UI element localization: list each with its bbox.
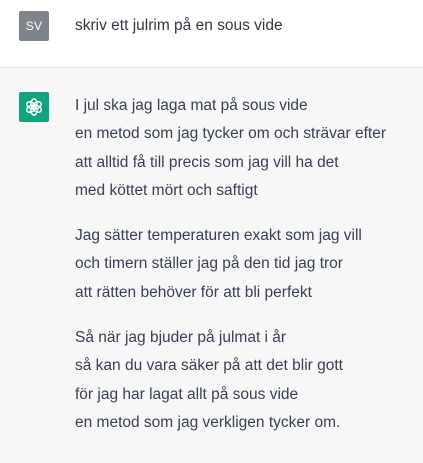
user-message-row: SV skriv ett julrim på en sous vide [0,0,423,68]
poem-line: så kan du vara säker på att det blir got… [75,357,343,375]
poem-line: Så när jag bjuder på julmat i år [75,329,287,347]
poem-line: Jag sätter temperaturen exakt som jag vi… [75,227,362,245]
poem-line: att rätten behöver för att bli perfekt [75,283,312,301]
poem-line: och timern ställer jag på den tid jag tr… [75,255,343,273]
poem-line: I jul ska jag laga mat på sous vide [75,97,308,114]
chat-thread: SV skriv ett julrim på en sous vide I ju… [0,0,423,463]
openai-logo-icon [26,98,42,116]
poem-line: med köttet mört och saftigt [75,181,258,199]
poem-line: en metod som jag tycker om och strävar e… [75,125,386,143]
poem-line: för jag har lagat allt på sous vide [75,385,299,403]
poem-stanza: Så när jag bjuder på julmat i år så kan … [75,324,420,437]
poem-line: att alltid få till precis som jag vill h… [75,153,339,171]
assistant-avatar [19,92,49,122]
poem-stanza: Jag sätter temperaturen exakt som jag vi… [75,222,420,307]
assistant-message-text: I jul ska jag laga mat på sous vide en m… [75,92,420,454]
user-message-text: skriv ett julrim på en sous vide [75,17,283,34]
user-avatar: SV [19,11,49,41]
poem-line: en metod som jag verkligen tycker om. [75,413,341,431]
poem-stanza: I jul ska jag laga mat på sous vide en m… [75,92,420,205]
assistant-message-row: I jul ska jag laga mat på sous vide en m… [0,68,423,463]
